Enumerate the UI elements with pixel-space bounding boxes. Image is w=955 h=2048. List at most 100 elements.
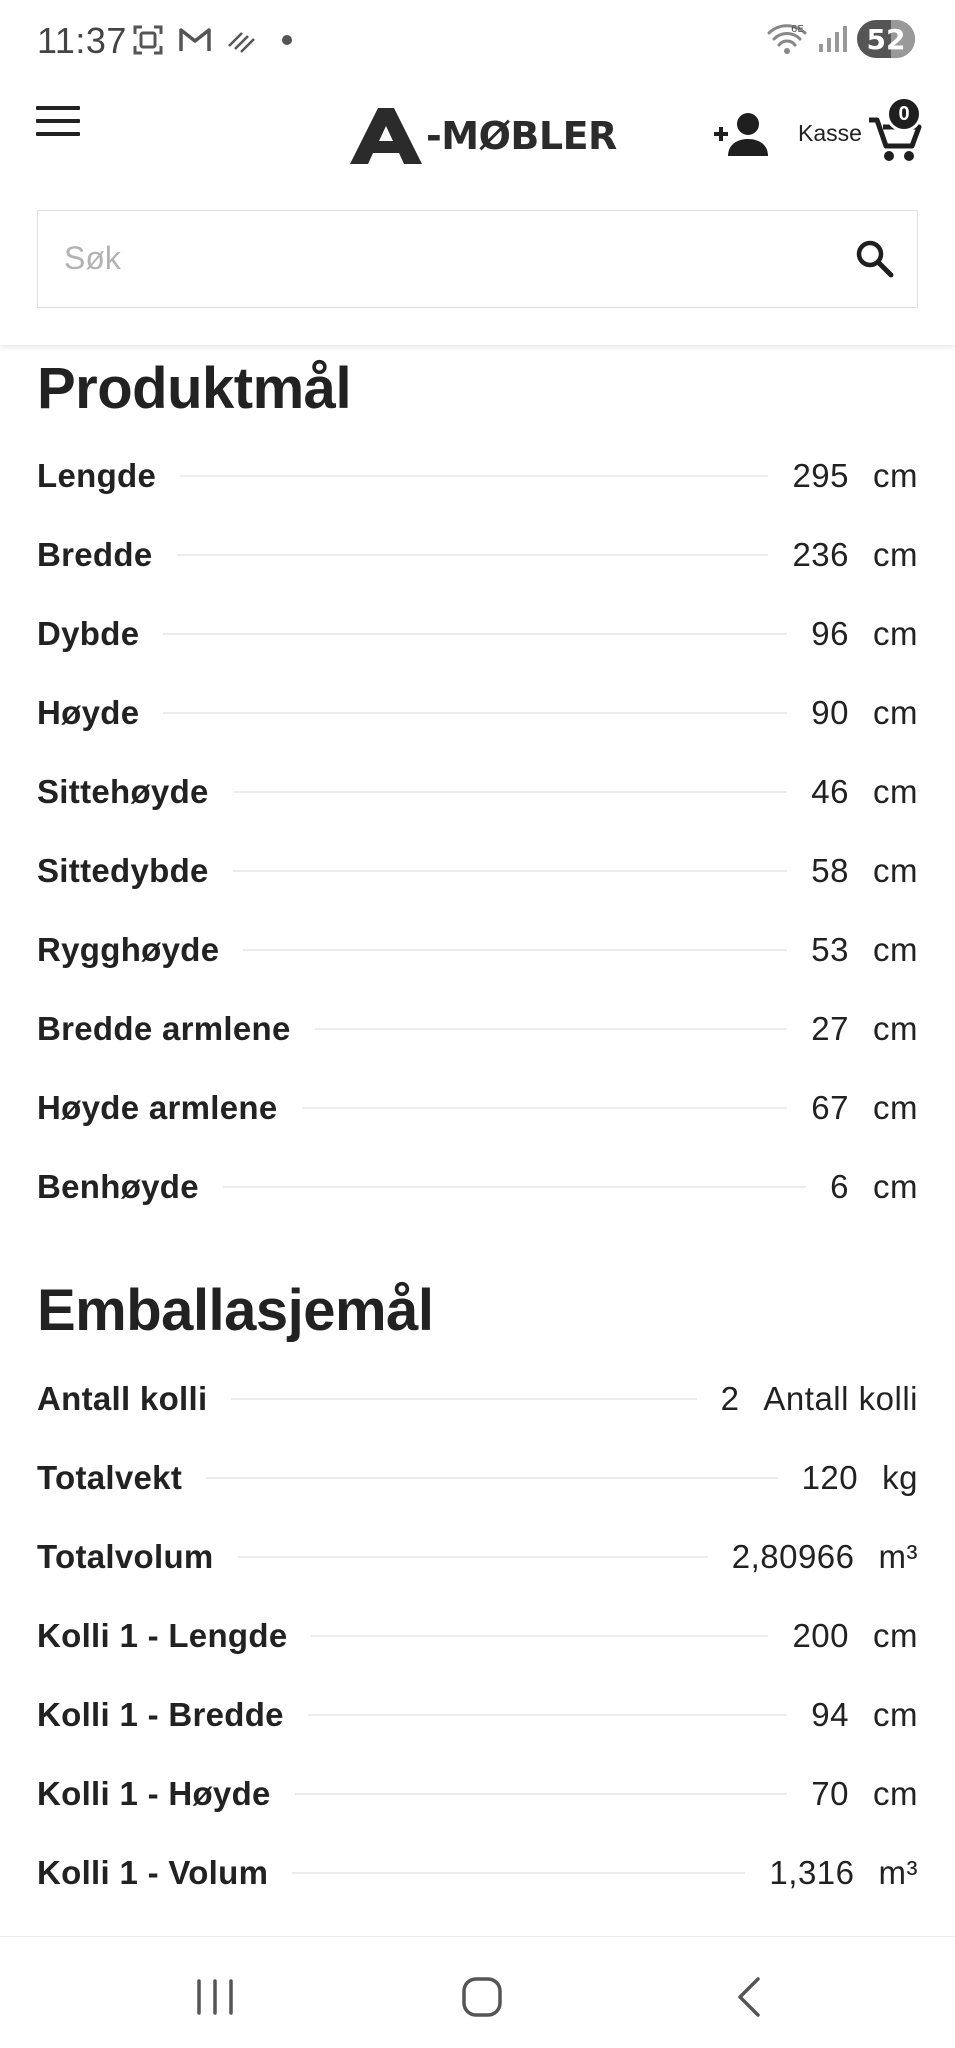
spec-unit: cm: [873, 1617, 918, 1654]
cart-count-badge: 0: [886, 96, 922, 132]
spec-row: Sittedybde 58 cm: [37, 841, 918, 901]
search-bar: [37, 210, 918, 308]
spec-row: Sittehøyde 46 cm: [37, 762, 918, 822]
spec-divider: [163, 712, 788, 714]
spec-unit: cm: [873, 1696, 918, 1733]
spec-row: Dybde 96 cm: [37, 604, 918, 664]
status-icons-left: [132, 24, 292, 56]
spec-label: Lengde: [37, 457, 157, 494]
spec-value: 67: [811, 1089, 849, 1126]
spec-label: Rygghøyde: [37, 931, 220, 968]
spec-row: Kolli 1 - Lengde 200 cm: [37, 1606, 918, 1666]
spec-row: Totalvekt 120 kg: [37, 1448, 918, 1508]
spec-row: Lengde 295 cm: [37, 446, 918, 506]
spec-value: 295: [792, 457, 849, 494]
site-header: -MØBLER Kasse 0: [0, 80, 955, 345]
spec-label: Antall kolli: [37, 1380, 208, 1417]
spec-unit: cm: [873, 615, 918, 652]
spec-value: 2: [720, 1380, 740, 1417]
spec-label: Bredde armlene: [37, 1010, 291, 1047]
signal-icon: [819, 26, 847, 52]
spec-row: Høyde armlene 67 cm: [37, 1078, 918, 1138]
spec-divider: [311, 1635, 769, 1637]
spec-row: Kolli 1 - Høyde 70 cm: [37, 1764, 918, 1824]
spec-divider: [292, 1872, 746, 1874]
spec-divider: [307, 1714, 788, 1716]
spec-unit: cm: [873, 1168, 918, 1205]
spec-unit: cm: [873, 694, 918, 731]
spec-value: 2,80966: [731, 1538, 855, 1575]
spec-divider: [232, 870, 788, 872]
spec-value: 6: [830, 1168, 849, 1205]
spec-value: 94: [811, 1696, 849, 1733]
spec-divider: [232, 791, 788, 793]
spec-value: 70: [811, 1775, 849, 1812]
status-bar: 11:37 6E 52: [0, 0, 955, 80]
hamburger-menu-icon[interactable]: [36, 106, 80, 142]
spec-divider: [163, 633, 788, 635]
spec-label: Høyde: [37, 694, 140, 731]
battery-icon: 52: [857, 20, 915, 58]
missed-call-icon: [228, 32, 255, 53]
site-logo[interactable]: -MØBLER: [350, 106, 617, 166]
back-icon[interactable]: [720, 1967, 780, 2027]
spec-row: Kolli 1 - Bredde 94 cm: [37, 1685, 918, 1745]
packaging-dimensions-title: Emballasjemål: [37, 1278, 434, 1343]
spec-value: 53: [811, 931, 849, 968]
status-time: 11:37: [37, 20, 127, 61]
spec-divider: [237, 1556, 708, 1558]
wifi-icon: 6E: [767, 24, 807, 54]
spec-divider: [294, 1793, 788, 1795]
logo-text: -MØBLER: [426, 114, 617, 158]
spec-divider: [301, 1107, 788, 1109]
spec-label: Sittehøyde: [37, 773, 209, 810]
spec-divider: [243, 949, 788, 951]
spec-label: Kolli 1 - Lengde: [37, 1617, 288, 1654]
svg-text:6E: 6E: [791, 24, 804, 35]
spec-label: Bredde: [37, 536, 153, 573]
spec-value: 27: [811, 1010, 849, 1047]
spec-unit: cm: [873, 457, 918, 494]
spec-label: Totalvolum: [37, 1538, 214, 1575]
spec-label: Totalvekt: [37, 1459, 183, 1496]
system-navigation-bar: [0, 1936, 955, 2048]
spec-label: Dybde: [37, 615, 140, 652]
notification-dot: [282, 35, 292, 45]
spec-value: 46: [811, 773, 849, 810]
spec-row: Totalvolum 2,80966 m³: [37, 1527, 918, 1587]
spec-unit: cm: [873, 1775, 918, 1812]
spec-value: 1,316: [769, 1854, 855, 1891]
spec-row: Bredde armlene 27 cm: [37, 999, 918, 1059]
spec-label: Kolli 1 - Volum: [37, 1854, 269, 1891]
spec-label: Kolli 1 - Høyde: [37, 1775, 271, 1812]
spec-divider: [206, 1477, 778, 1479]
spec-unit: cm: [873, 1010, 918, 1047]
spec-unit: cm: [873, 536, 918, 573]
spec-row: Bredde 236 cm: [37, 525, 918, 585]
spec-row: Rygghøyde 53 cm: [37, 920, 918, 980]
product-dimensions-title: Produktmål: [37, 356, 352, 421]
search-icon[interactable]: [855, 239, 895, 279]
spec-label: Kolli 1 - Bredde: [37, 1696, 284, 1733]
search-input[interactable]: [38, 211, 838, 306]
spec-row: Høyde 90 cm: [37, 683, 918, 743]
spec-divider: [180, 475, 769, 477]
spec-value: 120: [801, 1459, 859, 1496]
spec-divider: [314, 1028, 788, 1030]
spec-divider: [231, 1398, 697, 1400]
spec-unit: m³: [878, 1854, 918, 1891]
spec-row: Antall kolli 2 Antall kolli: [37, 1369, 918, 1429]
spec-label: Høyde armlene: [37, 1089, 278, 1126]
checkout-link[interactable]: Kasse: [798, 120, 862, 147]
logo-a-mark: [350, 108, 422, 164]
spec-value: 58: [811, 852, 849, 889]
spec-unit: Antall kolli: [763, 1380, 918, 1417]
spec-unit: cm: [873, 931, 918, 968]
spec-label: Benhøyde: [37, 1168, 199, 1205]
spec-unit: kg: [882, 1459, 918, 1496]
home-icon[interactable]: [452, 1967, 512, 2027]
battery-level: 52: [866, 22, 906, 56]
recent-apps-icon[interactable]: [185, 1967, 245, 2027]
spec-row: Kolli 1 - Volum 1,316 m³: [37, 1843, 918, 1903]
add-user-icon[interactable]: [712, 110, 770, 158]
